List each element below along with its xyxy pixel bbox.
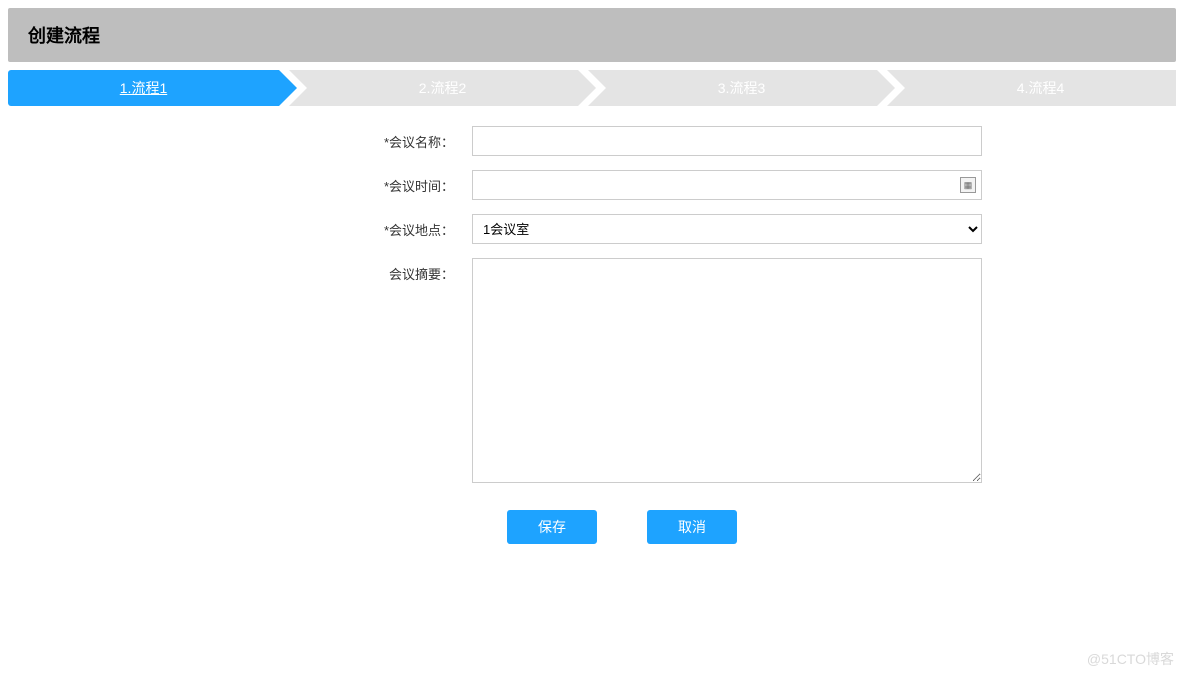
form: *会议名称： *会议时间： ▦ *会议地点： 1会议室 会议摘要： 保存 取消 <box>132 126 1052 544</box>
meeting-summary-textarea[interactable] <box>472 258 982 483</box>
save-button[interactable]: 保存 <box>507 510 597 544</box>
step-2[interactable]: 2.流程2 <box>307 70 578 106</box>
step-label: 2.流程2 <box>419 78 466 98</box>
meeting-location-select[interactable]: 1会议室 <box>472 214 982 244</box>
meeting-name-input[interactable] <box>472 126 982 156</box>
watermark: @51CTO博客 <box>1087 649 1174 669</box>
steps-nav: 1.流程1 2.流程2 3.流程3 4.流程4 <box>8 70 1176 106</box>
row-meeting-name: *会议名称： <box>132 126 1052 156</box>
meeting-time-input[interactable] <box>472 170 982 200</box>
row-meeting-location: *会议地点： 1会议室 <box>132 214 1052 244</box>
step-label: 4.流程4 <box>1017 78 1064 98</box>
cancel-button[interactable]: 取消 <box>647 510 737 544</box>
label-meeting-location: *会议地点： <box>132 214 472 239</box>
step-1[interactable]: 1.流程1 <box>8 70 279 106</box>
step-label: 3.流程3 <box>718 78 765 98</box>
row-meeting-time: *会议时间： ▦ <box>132 170 1052 200</box>
page-header: 创建流程 <box>8 8 1176 62</box>
page-title: 创建流程 <box>28 22 1156 48</box>
step-4[interactable]: 4.流程4 <box>905 70 1176 106</box>
label-meeting-time: *会议时间： <box>132 170 472 195</box>
step-label: 1.流程1 <box>120 78 167 98</box>
button-row: 保存 取消 <box>132 510 1052 544</box>
label-meeting-summary: 会议摘要： <box>132 258 472 283</box>
step-3[interactable]: 3.流程3 <box>606 70 877 106</box>
row-meeting-summary: 会议摘要： <box>132 258 1052 486</box>
label-meeting-name: *会议名称： <box>132 126 472 151</box>
